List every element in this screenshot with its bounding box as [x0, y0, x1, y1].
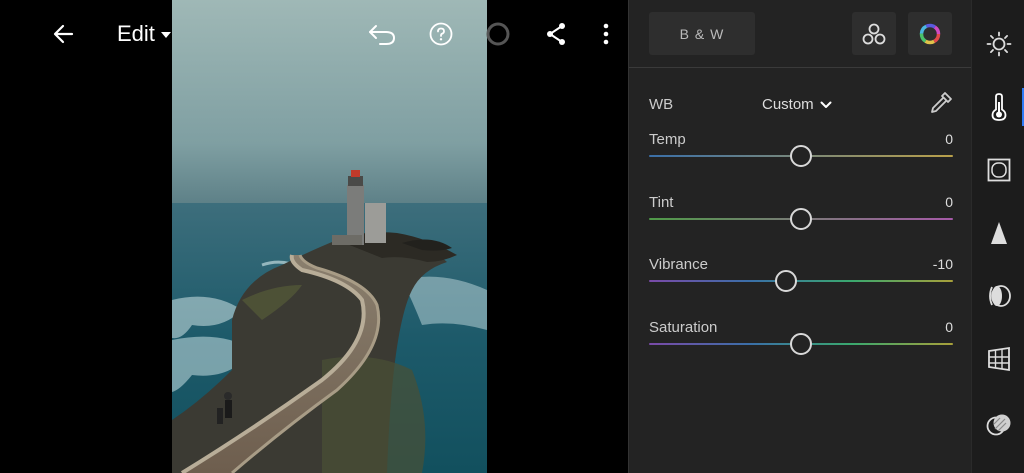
tool-light[interactable] [972, 13, 1024, 75]
effects-icon [987, 158, 1010, 182]
light-icon [986, 31, 1011, 57]
edit-tool-strip [971, 0, 1024, 473]
slider-label: Temp [649, 131, 686, 148]
more-options-icon[interactable] [590, 18, 622, 50]
color-mix-button[interactable] [852, 12, 896, 55]
edit-mode-dropdown[interactable]: Edit [117, 21, 171, 47]
slider-value[interactable]: 0 [945, 319, 953, 335]
slider-thumb[interactable] [790, 208, 812, 230]
help-icon[interactable] [425, 18, 457, 50]
slider-track[interactable] [649, 280, 953, 282]
undo-icon[interactable] [366, 18, 398, 50]
optics-icon [988, 285, 1011, 307]
slider-thumb[interactable] [790, 333, 812, 355]
tool-effects[interactable] [972, 139, 1024, 201]
eyedropper-icon[interactable] [928, 90, 954, 116]
presets-icon [986, 414, 1010, 436]
slider-value[interactable]: 0 [945, 194, 953, 210]
slider-label: Saturation [649, 319, 718, 336]
bw-button[interactable]: B & W [649, 12, 755, 55]
tool-color[interactable] [972, 76, 1024, 138]
color-wheel-icon [919, 23, 941, 44]
saturation-slider: Saturation 0 [649, 319, 954, 369]
white-balance-row: WB Custom [649, 92, 954, 116]
wb-preset-value: Custom [762, 96, 814, 113]
photo-canvas[interactable]: Edit [0, 0, 628, 473]
geometry-icon [987, 346, 1010, 372]
lighthouse-photo [172, 0, 487, 473]
vibrance-slider: Vibrance -10 [649, 256, 954, 306]
slider-label: Tint [649, 194, 674, 211]
tool-geometry[interactable] [972, 328, 1024, 390]
top-toolbar: Edit [0, 0, 628, 68]
tool-optics[interactable] [972, 265, 1024, 327]
share-icon[interactable] [540, 18, 572, 50]
panel-header: B & W [629, 0, 971, 68]
color-mix-icon [862, 23, 886, 44]
color-temperature-icon [991, 93, 1006, 121]
slider-thumb[interactable] [790, 145, 812, 167]
detail-icon [990, 222, 1007, 244]
edit-title: Edit [117, 21, 155, 46]
tint-slider: Tint 0 [649, 194, 954, 244]
chevron-down-icon [820, 101, 832, 108]
caret-down-icon [160, 32, 171, 38]
back-arrow-icon[interactable] [47, 18, 79, 50]
tool-presets[interactable] [972, 394, 1024, 456]
color-grading-button[interactable] [908, 12, 952, 55]
temp-slider: Temp 0 [649, 131, 954, 181]
wb-label: WB [649, 96, 674, 113]
slider-value[interactable]: -10 [933, 256, 953, 272]
photo-preview[interactable] [172, 0, 487, 473]
color-edit-panel: B & W WB Custom Temp 0 Tint 0 Vibrance -… [628, 0, 971, 473]
slider-label: Vibrance [649, 256, 708, 273]
slider-value[interactable]: 0 [945, 131, 953, 147]
wb-preset-dropdown[interactable]: Custom [762, 96, 832, 113]
compare-icon[interactable] [482, 18, 514, 50]
tool-detail[interactable] [972, 202, 1024, 264]
slider-thumb[interactable] [774, 270, 797, 292]
